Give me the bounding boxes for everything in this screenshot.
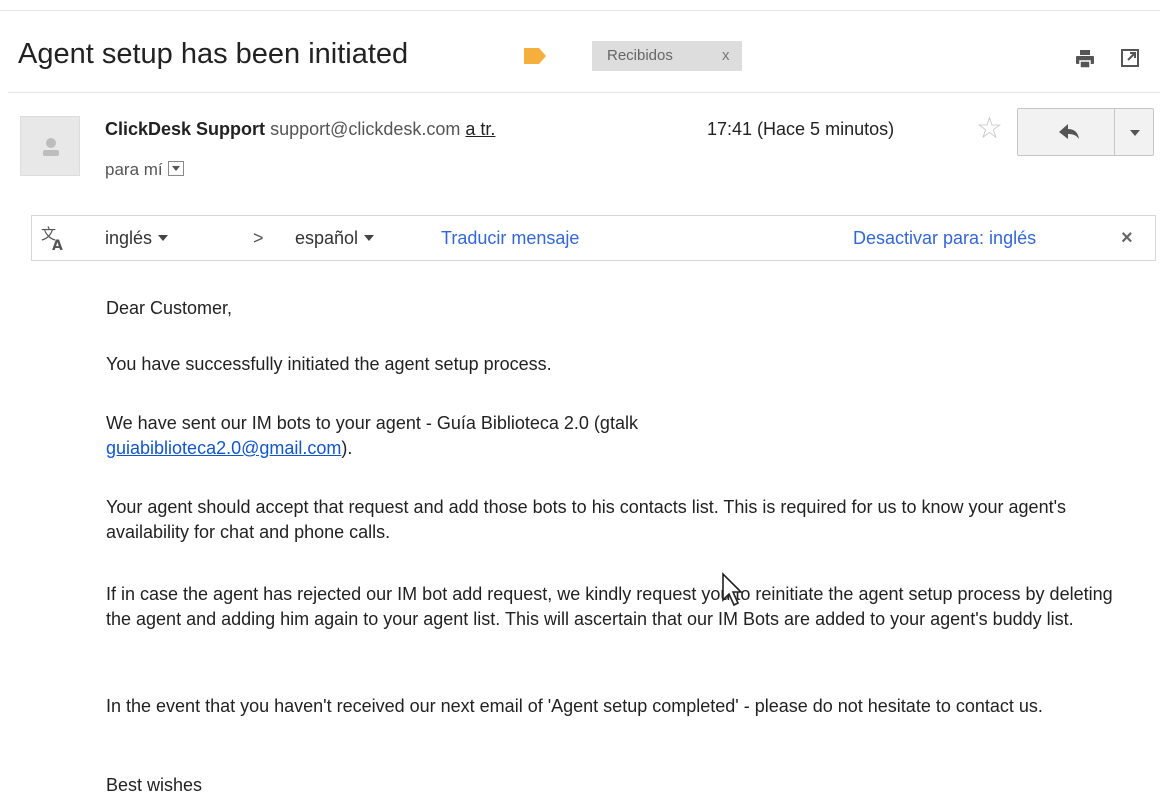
more-options-button[interactable] (1114, 108, 1154, 156)
recipient-label: para mí (105, 160, 163, 179)
body-paragraph-5: In the event that you haven't received o… (106, 696, 1043, 716)
label-tag-icon[interactable] (523, 47, 547, 65)
email-subject: Agent setup has been initiated (18, 38, 409, 70)
chevron-down-icon (158, 235, 169, 241)
body-paragraph-2: We have sent our IM bots to your agent -… (106, 411, 1136, 461)
inbox-label-text: Recibidos (607, 47, 673, 64)
sender-line: ClickDesk Support support@clickdesk.com … (105, 119, 495, 140)
disable-translation-link[interactable]: Desactivar para: inglés (853, 228, 1036, 249)
inbox-label-chip[interactable]: Recibidos x (592, 41, 742, 71)
source-language-select[interactable]: inglés (105, 228, 169, 249)
target-language-select[interactable]: español (295, 228, 375, 249)
print-icon[interactable] (1074, 48, 1096, 70)
header-divider (8, 92, 1160, 93)
avatar[interactable] (20, 116, 80, 176)
star-icon[interactable]: ☆ (976, 114, 1003, 144)
body-paragraph-2-end: ). (341, 438, 353, 458)
reply-button[interactable] (1017, 108, 1115, 156)
language-arrow: > (253, 228, 264, 248)
svg-text:A: A (52, 238, 63, 253)
body-greeting: Dear Customer, (106, 298, 233, 318)
translate-message-link[interactable]: Traducir mensaje (441, 228, 579, 249)
translate-icon: 文 A (41, 225, 63, 253)
recipient-details-toggle[interactable] (167, 161, 184, 176)
top-divider (0, 10, 1160, 11)
message-time: 17:41 (Hace 5 minutos) (707, 119, 895, 139)
sender-name[interactable]: ClickDesk Support (105, 119, 265, 139)
reply-icon (1059, 124, 1079, 139)
close-translate-bar-button[interactable]: × (1121, 227, 1133, 250)
default-avatar-icon (43, 138, 59, 156)
recipient-line: para mí (105, 160, 184, 180)
body-paragraph-3: Your agent should accept that request an… (106, 497, 1067, 542)
body-closing: Best wishes (106, 775, 203, 795)
body-paragraph-2-text: We have sent our IM bots to your agent -… (106, 413, 638, 433)
body-paragraph-4: If in case the agent has rejected our IM… (106, 584, 1113, 629)
body-paragraph-1: You have successfully initiated the agen… (106, 354, 552, 374)
gtalk-email-link[interactable]: guiabiblioteca2.0@gmail.com (106, 438, 341, 458)
sender-via-link[interactable]: a tr. (465, 119, 495, 139)
chevron-down-icon (364, 235, 375, 241)
translate-bar: 文 A inglés > español Traducir mensaje De… (31, 215, 1156, 261)
mouse-cursor-icon (722, 572, 743, 607)
sender-email: support@clickdesk.com (270, 119, 461, 139)
open-new-window-icon[interactable] (1120, 48, 1140, 68)
remove-label-button[interactable]: x (722, 41, 730, 71)
subject-row: Agent setup has been initiated Recibidos… (0, 30, 1160, 82)
